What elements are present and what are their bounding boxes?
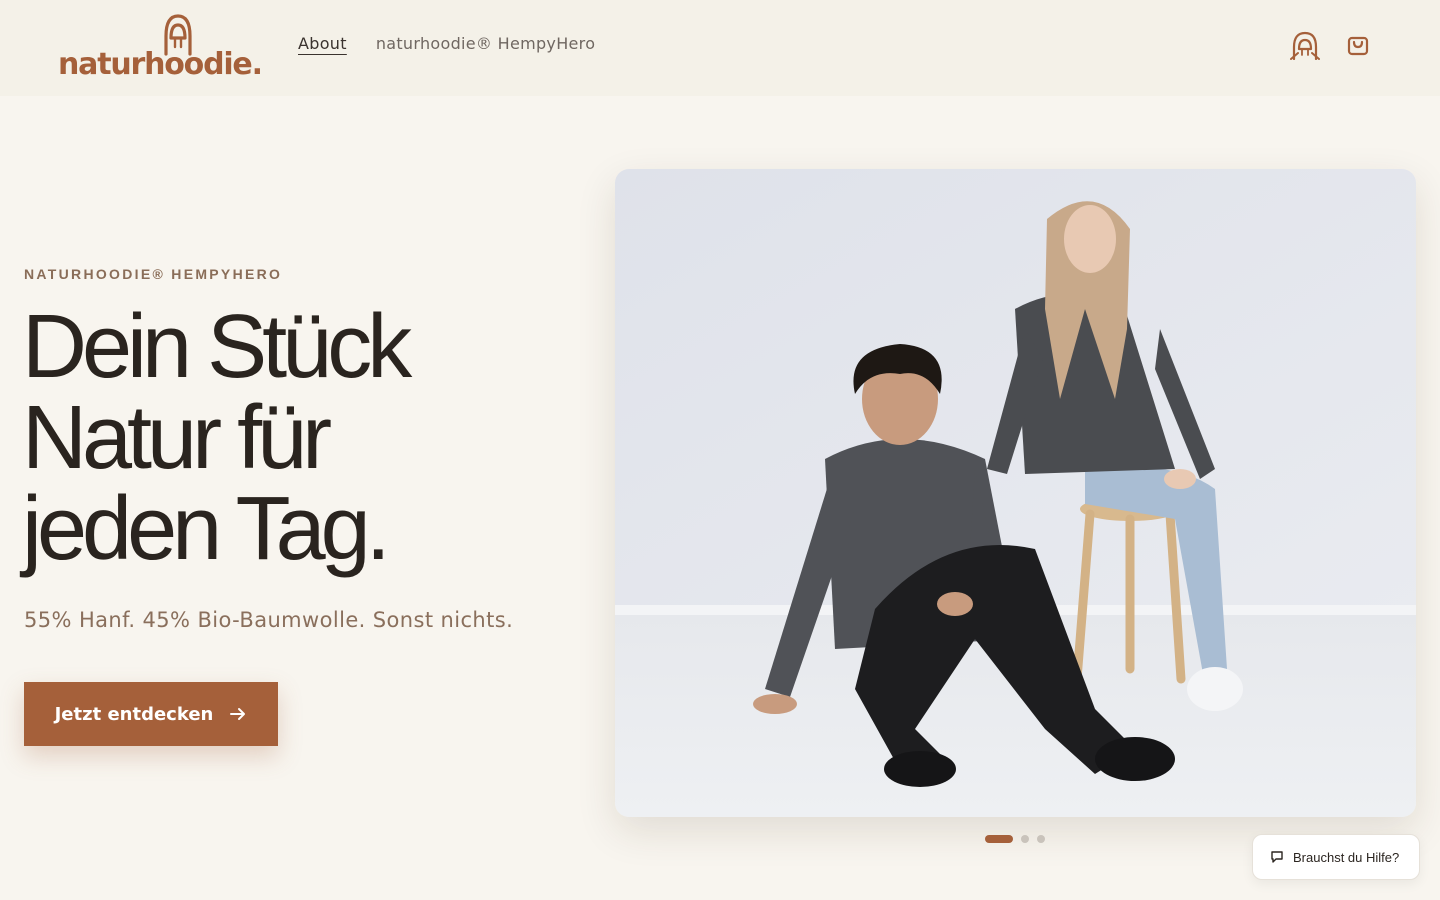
main-nav: About naturhoodie® HempyHero	[298, 34, 595, 53]
site-header: naturhoodie. About naturhoodie® HempyHer…	[0, 0, 1440, 96]
nav-item-about[interactable]: About	[298, 34, 347, 53]
hero-image	[615, 169, 1416, 817]
help-chat-label: Brauchst du Hilfe?	[1293, 849, 1400, 865]
brand-logo[interactable]: naturhoodie.	[58, 12, 263, 80]
arrow-right-icon	[230, 708, 246, 720]
hero-subline: 55% Hanf. 45% Bio-Baumwolle. Sonst nicht…	[24, 608, 514, 632]
help-chat-button[interactable]: Brauchst du Hilfe?	[1252, 834, 1420, 880]
headline-line: Natur für	[22, 388, 332, 488]
account-button[interactable]	[1288, 28, 1322, 62]
carousel-dot-1[interactable]	[985, 835, 1013, 843]
headline-line: jeden Tag.	[22, 479, 391, 579]
carousel-dot-2[interactable]	[1021, 835, 1029, 843]
account-icon	[1290, 31, 1320, 60]
discover-button[interactable]: Jetzt entdecken	[24, 682, 278, 746]
headline-line: Dein Stück	[22, 297, 412, 397]
carousel-dot-3[interactable]	[1037, 835, 1045, 843]
chat-bubble-icon	[1271, 851, 1283, 863]
hero-eyebrow: NATURHOODIE® HEMPYHERO	[24, 266, 283, 282]
discover-button-label: Jetzt entdecken	[54, 703, 214, 725]
cart-icon	[1347, 36, 1369, 56]
hero-headline: Dein Stück Natur für jeden Tag.	[22, 302, 582, 575]
hero-photo-illustration	[615, 169, 1416, 817]
cart-button[interactable]	[1341, 28, 1375, 62]
carousel-dots	[985, 835, 1045, 843]
nav-item-hempyhero[interactable]: naturhoodie® HempyHero	[376, 34, 595, 53]
brand-logo-text: naturhoodie.	[58, 47, 263, 82]
